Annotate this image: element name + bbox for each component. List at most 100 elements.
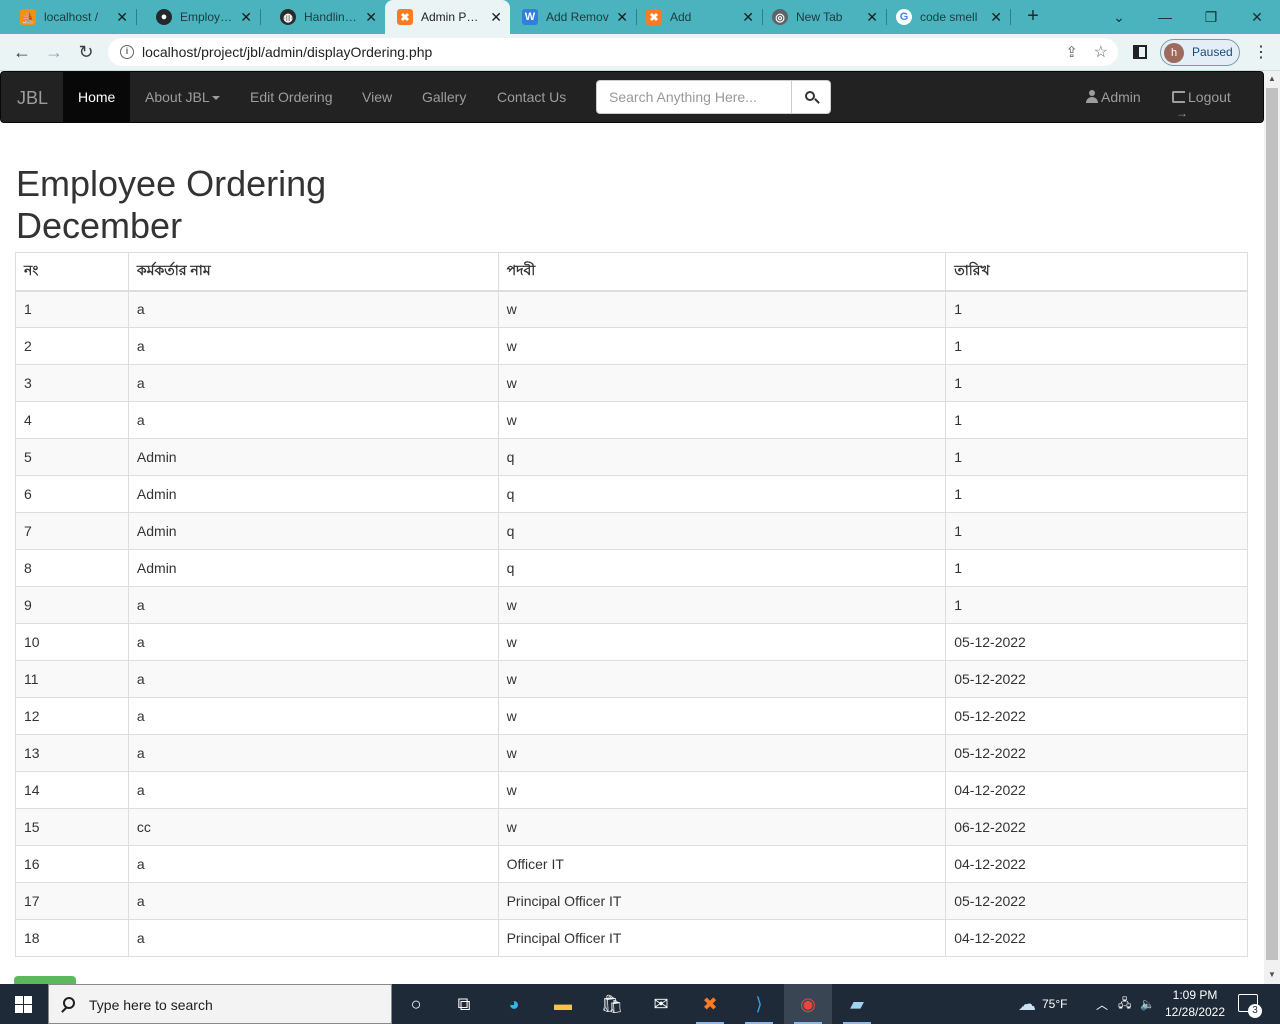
table-row: 11 a w 05-12-2022 bbox=[15, 660, 1248, 698]
edge-icon[interactable]: ◕ bbox=[490, 984, 538, 1024]
scroll-down-arrow-icon[interactable]: ▼ bbox=[1268, 970, 1276, 979]
chrome-icon[interactable]: ◉ bbox=[784, 984, 832, 1024]
browser-tab-add-remove[interactable]: W Add Remov ✕ bbox=[510, 0, 636, 34]
close-icon[interactable]: ✕ bbox=[490, 9, 502, 26]
browser-menu-icon[interactable]: ⋮ bbox=[1253, 42, 1269, 62]
table-row: 18 a Principal Officer IT 04-12-2022 bbox=[15, 919, 1248, 957]
mail-icon[interactable]: ✉ bbox=[637, 984, 685, 1024]
cell-serial: 5 bbox=[15, 438, 129, 476]
browser-tab-strip: ⛵ localhost / ✕ ● Employee_O ✕ ◍ Handlin… bbox=[0, 0, 1280, 34]
cell-name: a bbox=[127, 882, 499, 920]
column-header-name: কর্মকর্তার নাম bbox=[127, 252, 499, 292]
column-header-designation: পদবী bbox=[497, 252, 947, 292]
forward-arrow-icon[interactable]: → bbox=[42, 41, 66, 65]
windows-start-button[interactable] bbox=[0, 984, 48, 1024]
nav-contact-us[interactable]: Contact Us bbox=[482, 72, 581, 122]
cell-designation: w bbox=[497, 808, 947, 846]
cell-name: a bbox=[127, 401, 499, 439]
column-header-serial: নং bbox=[15, 252, 129, 292]
taskbar-clock[interactable]: 1:09 PM 12/28/2022 bbox=[1160, 987, 1230, 1021]
notepad-icon[interactable]: ▰ bbox=[833, 984, 881, 1024]
browser-tab-new-tab[interactable]: ◎ New Tab ✕ bbox=[762, 0, 886, 34]
cell-name: a bbox=[127, 697, 499, 735]
address-bar[interactable]: i localhost/project/jbl/admin/displayOrd… bbox=[108, 38, 1118, 66]
close-icon[interactable]: ✕ bbox=[240, 9, 252, 26]
close-icon[interactable]: ✕ bbox=[365, 9, 377, 26]
tab-title: Add bbox=[670, 10, 692, 24]
task-view-icon[interactable]: ⧉ bbox=[440, 984, 488, 1024]
close-icon[interactable]: ✕ bbox=[616, 9, 628, 26]
nav-admin[interactable]: Admin bbox=[1086, 72, 1141, 122]
side-panel-icon[interactable] bbox=[1133, 45, 1147, 59]
file-explorer-icon[interactable]: ▬ bbox=[539, 984, 587, 1024]
volume-icon[interactable]: 🔈 bbox=[1140, 984, 1155, 1024]
table-body: 1 a w 1 2 a w 1 3 a w 1 4 a w 1 5 Admin q 1 6 Admin q 1 7 Admin q 1… bbox=[15, 290, 1248, 957]
cell-designation: w bbox=[497, 364, 947, 402]
close-icon[interactable]: ✕ bbox=[990, 9, 1002, 26]
cell-serial: 13 bbox=[15, 734, 129, 772]
cell-serial: 2 bbox=[15, 327, 129, 365]
share-icon[interactable]: ⇪ bbox=[1065, 43, 1078, 61]
cell-designation: q bbox=[497, 512, 947, 550]
close-icon[interactable]: ✕ bbox=[116, 9, 128, 26]
close-icon[interactable]: ✕ bbox=[742, 9, 754, 26]
navbar-brand[interactable]: JBL bbox=[17, 88, 48, 109]
add-button[interactable] bbox=[14, 976, 76, 984]
cell-designation: w bbox=[497, 327, 947, 365]
scrollbar-thumb[interactable] bbox=[1266, 88, 1278, 960]
weather-widget[interactable]: ☁ 75°F bbox=[1018, 984, 1067, 1024]
cell-serial: 3 bbox=[15, 364, 129, 402]
cell-serial: 4 bbox=[15, 401, 129, 439]
nav-home[interactable]: Home bbox=[63, 72, 131, 122]
table-row: 2aw1 bbox=[15, 327, 1248, 365]
browser-tab-admin-page[interactable]: ✖ Admin Page ✕ bbox=[385, 0, 510, 34]
browser-tab-handling[interactable]: ◍ Handling U ✕ bbox=[260, 0, 385, 34]
cell-designation: Principal Officer IT bbox=[497, 882, 947, 920]
microsoft-store-icon[interactable]: 🛍 bbox=[588, 984, 636, 1024]
table-row: 8 Admin q 1 bbox=[15, 549, 1248, 587]
scroll-up-arrow-icon[interactable]: ▲ bbox=[1268, 74, 1276, 83]
xampp-icon[interactable]: ✖ bbox=[686, 984, 734, 1024]
url-text[interactable]: localhost/project/jbl/admin/displayOrder… bbox=[142, 44, 432, 60]
nav-edit-ordering[interactable]: Edit Ordering bbox=[235, 72, 347, 122]
browser-tab-github[interactable]: ● Employee_O ✕ bbox=[136, 0, 260, 34]
nav-gallery[interactable]: Gallery bbox=[407, 72, 481, 122]
w3schools-icon: W bbox=[522, 9, 538, 25]
vscode-icon[interactable]: ⟩ bbox=[735, 984, 783, 1024]
bookmark-star-icon[interactable]: ☆ bbox=[1094, 42, 1108, 62]
cortana-icon[interactable]: ○ bbox=[392, 984, 440, 1024]
nav-logout-label: Logout bbox=[1188, 89, 1231, 105]
tab-title: localhost / bbox=[44, 10, 99, 24]
browser-tab-phpmyadmin[interactable]: ⛵ localhost / ✕ bbox=[0, 0, 136, 34]
tray-overflow-chevron-icon[interactable]: ︿ bbox=[1096, 984, 1108, 1024]
back-arrow-icon[interactable]: ← bbox=[10, 41, 34, 65]
cell-designation: Principal Officer IT bbox=[497, 919, 947, 957]
browser-tab-code-smell[interactable]: G code smell ✕ bbox=[886, 0, 1010, 34]
tab-title: Add Remov bbox=[546, 10, 609, 24]
taskbar-search-box[interactable]: Type here to search bbox=[48, 984, 392, 1024]
restore-icon[interactable]: ❐ bbox=[1188, 0, 1234, 34]
cell-serial: 18 bbox=[15, 919, 129, 957]
cell-designation: Officer IT bbox=[497, 845, 947, 883]
windows-logo-icon bbox=[15, 1005, 23, 1013]
notification-count-badge: 3 bbox=[1248, 1004, 1262, 1018]
site-info-icon[interactable]: i bbox=[120, 45, 134, 59]
page-scrollbar[interactable]: ▲ ▼ bbox=[1264, 71, 1280, 984]
tab-search-chevron-icon[interactable]: ⌄ bbox=[1096, 0, 1142, 34]
search-input[interactable] bbox=[596, 80, 792, 114]
nav-view[interactable]: View bbox=[347, 72, 407, 122]
nav-about-jbl[interactable]: About JBL bbox=[130, 72, 235, 122]
new-tab-button[interactable]: + bbox=[1022, 6, 1044, 28]
nav-logout[interactable]: Logout bbox=[1172, 72, 1231, 138]
cell-serial: 7 bbox=[15, 512, 129, 550]
browser-tab-add[interactable]: ✖ Add ✕ bbox=[636, 0, 762, 34]
minimize-icon[interactable]: — bbox=[1142, 0, 1188, 34]
window-close-icon[interactable]: ✕ bbox=[1234, 0, 1280, 34]
network-icon[interactable]: 🖧 bbox=[1118, 984, 1131, 1024]
profile-button[interactable]: h Paused bbox=[1160, 39, 1240, 66]
windows-taskbar: Type here to search ○ ⧉ ◕ ▬ 🛍 ✉ ✖ ⟩ ◉ ▰ … bbox=[0, 984, 1280, 1024]
search-button[interactable] bbox=[791, 80, 831, 114]
reload-icon[interactable]: ↻ bbox=[74, 41, 98, 65]
close-icon[interactable]: ✕ bbox=[866, 9, 878, 26]
cell-date: 04-12-2022 bbox=[945, 771, 1248, 809]
